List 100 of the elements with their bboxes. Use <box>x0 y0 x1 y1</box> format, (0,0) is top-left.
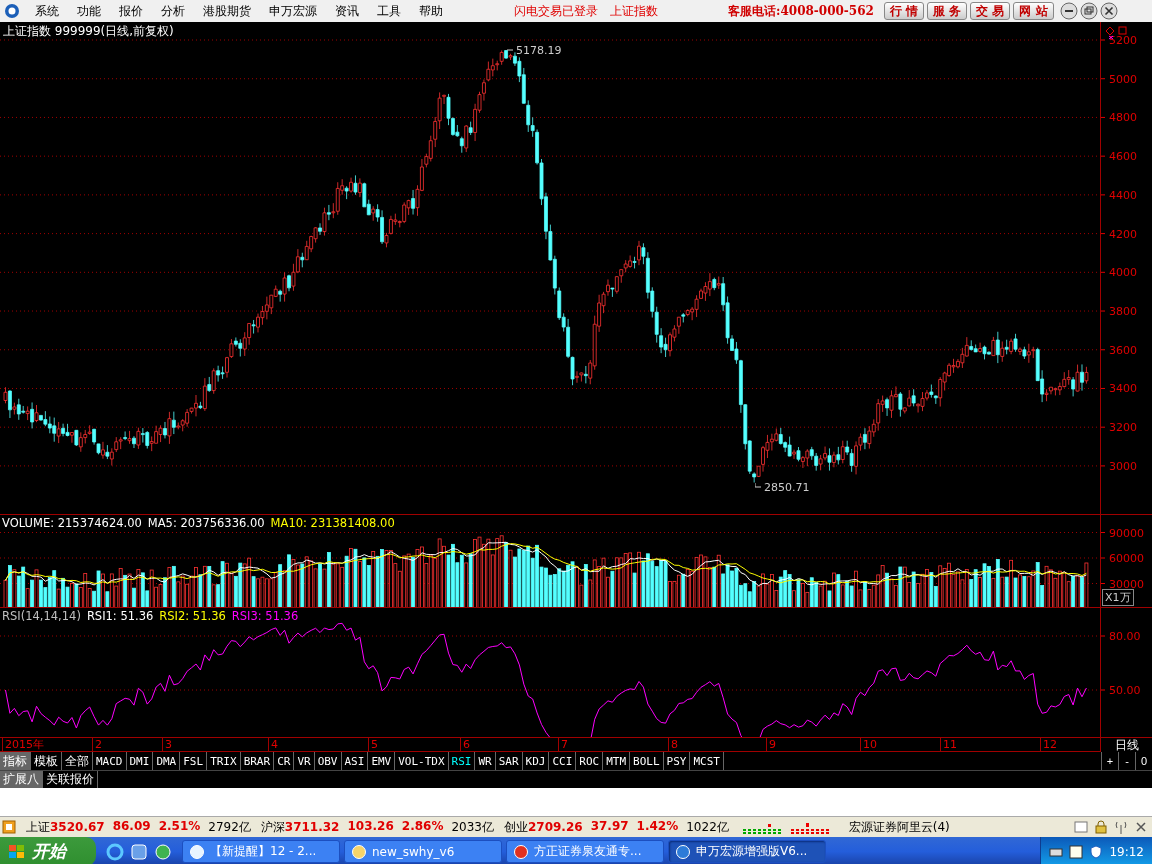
server-label: 宏源证券阿里云(4) <box>848 818 950 836</box>
menu-item[interactable]: 系统 <box>26 2 68 20</box>
axis-label: 3800 <box>1109 305 1137 319</box>
axis-label: 5000 <box>1109 72 1137 86</box>
media-icon[interactable] <box>130 842 148 861</box>
taskbar-button[interactable]: new_swhy_v6 <box>344 840 502 863</box>
date-label: 4 <box>268 738 278 751</box>
low-price-label: 2850.71 <box>763 480 810 494</box>
windows-logo-icon <box>8 843 26 860</box>
nav-button[interactable]: 网 站 <box>1013 2 1054 20</box>
indicator-tab[interactable]: VR <box>294 752 315 770</box>
axis-label: 30000 <box>1109 577 1144 591</box>
index-percent: 2.86% <box>401 818 444 835</box>
hotline-text: 客服电话:4008-000-562 <box>728 2 874 20</box>
window-icon[interactable] <box>2 820 16 834</box>
menu-item[interactable]: 报价 <box>110 2 152 20</box>
indicator-tab[interactable]: MTM <box>603 752 631 770</box>
taskbar-button[interactable]: 【新提醒】12 - 2... <box>182 840 340 863</box>
legend-text: RSI2: 51.36 <box>159 609 226 623</box>
axis-label: 3000 <box>1109 459 1137 473</box>
menu-item[interactable]: 工具 <box>368 2 410 20</box>
nav-button[interactable]: 行 情 <box>883 2 925 20</box>
index-amount: 1022亿 <box>686 818 729 836</box>
axis-label: 5200 <box>1109 34 1137 47</box>
minimize-icon[interactable] <box>1059 2 1078 20</box>
legend-text: MA5: 203756336.00 <box>147 516 265 530</box>
date-label: 12 <box>1040 738 1057 751</box>
index-change: 103.26 <box>347 818 394 835</box>
app-icon <box>351 843 367 860</box>
leader-line <box>754 482 762 487</box>
shield-icon[interactable] <box>1089 844 1104 859</box>
menu-item[interactable]: 申万宏源 <box>260 2 326 20</box>
index-amount: 2033亿 <box>451 818 494 836</box>
indicator-tab[interactable]: MCST <box>690 752 724 770</box>
indicator-tab[interactable]: WR <box>475 752 496 770</box>
index-amount: 2792亿 <box>208 818 251 836</box>
app-logo-icon <box>4 3 20 19</box>
taskbar-button[interactable]: 方正证券泉友通专... <box>506 840 664 863</box>
date-label: 3 <box>162 738 172 751</box>
browser-icon[interactable] <box>106 842 124 861</box>
panel-tab[interactable]: 关联报价 <box>43 771 98 788</box>
menu-item[interactable]: 功能 <box>68 2 110 20</box>
legend-text: RSI1: 51.36 <box>86 609 154 623</box>
taskbar-button[interactable]: 申万宏源增强版V6... <box>668 840 826 863</box>
axis-label: 4200 <box>1109 227 1137 241</box>
start-button[interactable]: 开始 <box>0 837 96 864</box>
menu-item[interactable]: 分析 <box>152 2 194 20</box>
index-name: 沪深3711.32 <box>260 818 340 836</box>
legend-text: VOLUME: 215374624.00 <box>2 516 142 530</box>
axis-label: 3600 <box>1109 343 1137 357</box>
index-name: 创业2709.26 <box>503 818 583 836</box>
legend-text: RSI(14,14,14) <box>2 609 81 623</box>
axis-label: 90000 <box>1109 526 1144 540</box>
help-icon[interactable] <box>1069 844 1084 859</box>
axis-label: 4800 <box>1109 111 1137 125</box>
index-percent: 2.51% <box>158 818 201 835</box>
date-label: 9 <box>766 738 776 751</box>
status-notice: 闪电交易已登录 <box>514 2 598 20</box>
nav-button[interactable]: 交 易 <box>970 2 1011 20</box>
date-label: 2015年 <box>2 738 44 751</box>
leader-line <box>506 49 514 51</box>
indicator-tab[interactable]: MACD <box>93 752 127 770</box>
app-icon <box>189 843 205 860</box>
status-notice: 上证指数 <box>610 2 658 20</box>
index-change: 86.09 <box>112 818 151 835</box>
close-icon[interactable] <box>1134 820 1148 834</box>
indicator-tab[interactable]: VOL-TDX <box>395 752 449 770</box>
axis-label: 50.00 <box>1109 684 1141 697</box>
date-label: 7 <box>558 738 568 751</box>
menu-item[interactable]: 港股期货 <box>194 2 260 20</box>
app-icon <box>513 843 529 860</box>
indicator-tab[interactable]: ASI <box>341 752 369 770</box>
axis-label: 80.00 <box>1109 630 1141 643</box>
unit-label: X1万 <box>1102 589 1134 606</box>
menu-item[interactable]: 帮助 <box>410 2 452 20</box>
lock-icon[interactable] <box>1094 820 1108 834</box>
legend-text: MA10: 231381408.00 <box>270 516 395 530</box>
view-tab[interactable]: 模板 <box>31 752 62 770</box>
chart-title: 上证指数 999999(日线,前复权) <box>3 23 174 40</box>
restore-icon[interactable] <box>1079 2 1098 20</box>
axis-label: 60000 <box>1109 552 1144 565</box>
view-tab[interactable]: 全部 <box>62 752 93 770</box>
index-change: 37.97 <box>590 818 629 835</box>
date-label: 11 <box>940 738 957 751</box>
index-name: 上证3520.67 <box>26 818 105 836</box>
antenna-icon[interactable] <box>1114 820 1128 834</box>
date-label: 10 <box>860 738 877 751</box>
menu-item[interactable]: 资讯 <box>326 2 368 20</box>
axis-label: 4400 <box>1109 188 1137 202</box>
clock: 19:12 <box>1109 844 1144 859</box>
view-tab[interactable]: 指标 <box>0 752 31 770</box>
app-icon <box>675 843 691 860</box>
index-percent: 1.42% <box>636 818 679 835</box>
indicator-tab[interactable]: TRIX <box>207 752 241 770</box>
nav-button[interactable]: 服 务 <box>927 2 968 20</box>
indicator-tab[interactable]: BOLL <box>630 752 664 770</box>
axis-label: 3400 <box>1109 382 1137 396</box>
globe-icon[interactable] <box>154 842 172 861</box>
panel-tab[interactable]: 扩展八 <box>0 771 43 788</box>
close-icon[interactable] <box>1099 2 1118 20</box>
